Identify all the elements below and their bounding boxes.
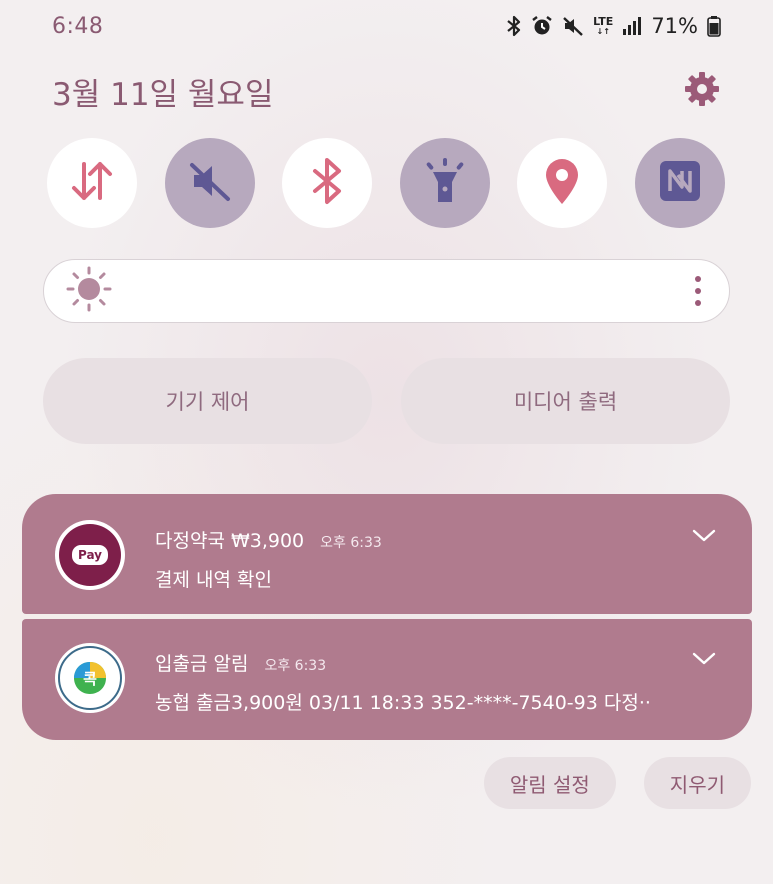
qs-bluetooth[interactable] bbox=[282, 138, 373, 228]
bluetooth-icon bbox=[307, 156, 347, 210]
date-label: 3월 11일 월요일 bbox=[52, 76, 274, 113]
date-row: 3월 11일 월요일 bbox=[52, 66, 722, 116]
status-icons: LTE ↓↑ 71% bbox=[506, 14, 721, 38]
device-control-button[interactable]: 기기 제어 bbox=[43, 358, 372, 444]
notification-text: 결제 내역 확인 bbox=[155, 569, 272, 591]
clear-button[interactable]: 지우기 bbox=[643, 757, 751, 809]
signal-icon bbox=[622, 16, 642, 36]
notification-body: 다정약국 ₩3,900 오후 6:33 결제 내역 확인 bbox=[155, 526, 692, 592]
lte-icon: LTE ↓↑ bbox=[593, 14, 614, 36]
location-pin-icon bbox=[540, 156, 584, 210]
qs-mobile-data[interactable] bbox=[47, 138, 137, 228]
notification-title: 다정약국 ₩3,900 bbox=[155, 530, 305, 552]
status-time: 6:48 bbox=[52, 13, 104, 39]
data-arrows-icon bbox=[67, 156, 117, 210]
notification-time: 오후 6:33 bbox=[264, 658, 327, 674]
gear-icon bbox=[683, 70, 721, 112]
nfc-icon bbox=[656, 157, 704, 209]
more-vertical-icon[interactable] bbox=[695, 276, 701, 306]
qs-location[interactable] bbox=[517, 138, 608, 228]
qs-flashlight[interactable] bbox=[399, 138, 490, 228]
mute-icon bbox=[562, 15, 584, 37]
notification-actions: 알림 설정 지우기 bbox=[483, 757, 751, 809]
alarm-icon bbox=[531, 15, 553, 37]
status-bar: 6:48 LTE ↓↑ 71% bbox=[0, 0, 773, 52]
notification-text: 농협 출금3,900원 03/11 18:33 352-****-7540-93… bbox=[155, 692, 651, 714]
notification-list: Pay 다정약국 ₩3,900 오후 6:33 결제 내역 확인 콕 입출금 알… bbox=[22, 494, 752, 740]
settings-button[interactable] bbox=[682, 71, 722, 111]
kok-badge: 콕 bbox=[83, 670, 97, 688]
media-output-button[interactable]: 미디어 출력 bbox=[401, 358, 730, 444]
pay-icon: Pay bbox=[55, 520, 125, 590]
flashlight-icon bbox=[423, 156, 467, 210]
notification-time: 오후 6:33 bbox=[320, 535, 382, 551]
bluetooth-icon bbox=[506, 15, 522, 37]
notification-body: 입출금 알림 오후 6:33 농협 출금3,900원 03/11 18:33 3… bbox=[155, 649, 692, 715]
control-row: 기기 제어 미디어 출력 bbox=[43, 358, 730, 444]
notification-title: 입출금 알림 bbox=[155, 653, 249, 675]
qs-sound[interactable] bbox=[164, 138, 255, 228]
notification-card[interactable]: Pay 다정약국 ₩3,900 오후 6:33 결제 내역 확인 bbox=[22, 494, 752, 614]
brightness-slider[interactable] bbox=[43, 259, 730, 323]
chevron-down-icon[interactable] bbox=[692, 651, 716, 670]
sun-icon bbox=[64, 264, 114, 318]
battery-percent: 71% bbox=[651, 14, 698, 38]
kok-icon: 콕 bbox=[55, 643, 125, 713]
pay-badge: Pay bbox=[71, 545, 109, 565]
qs-nfc[interactable] bbox=[634, 138, 725, 228]
notification-card[interactable]: 콕 입출금 알림 오후 6:33 농협 출금3,900원 03/11 18:33… bbox=[22, 619, 752, 740]
quick-settings bbox=[47, 138, 725, 230]
mute-icon bbox=[186, 157, 234, 209]
chevron-down-icon[interactable] bbox=[692, 528, 716, 547]
battery-icon bbox=[707, 15, 721, 37]
lte-label: LTE bbox=[593, 14, 614, 28]
notification-settings-button[interactable]: 알림 설정 bbox=[483, 757, 616, 809]
